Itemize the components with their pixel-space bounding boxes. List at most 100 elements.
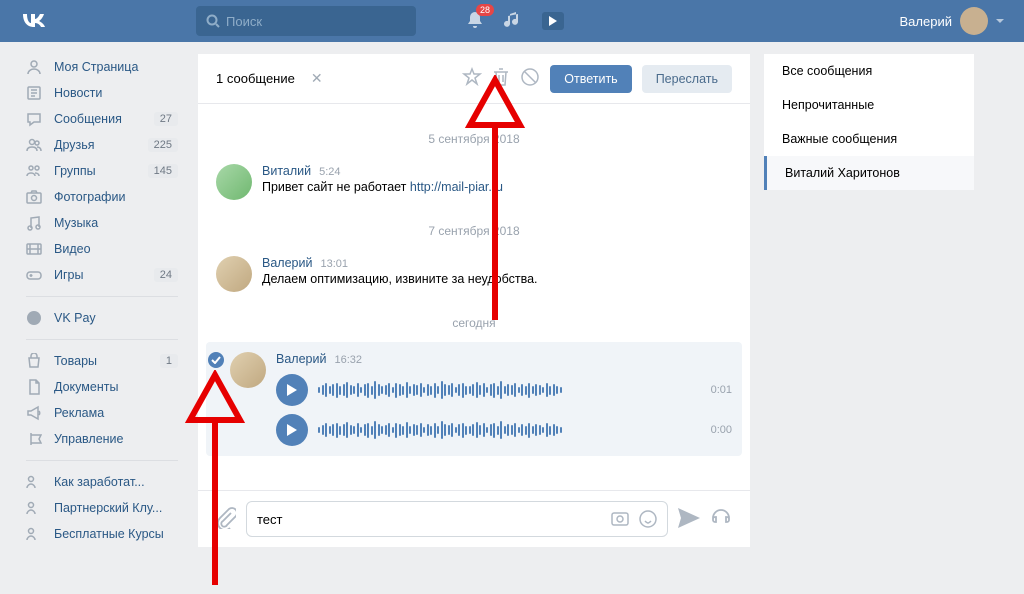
sidebar-item-label: Музыка xyxy=(54,216,98,230)
voice-duration: 0:00 xyxy=(711,424,732,436)
top-header: Поиск 28 Валерий xyxy=(0,0,1024,42)
sidebar-count: 225 xyxy=(148,138,178,152)
date-separator: 5 сентября 2018 xyxy=(216,132,732,146)
waveform[interactable] xyxy=(318,375,691,405)
mgmt-icon xyxy=(26,431,46,447)
filter-important[interactable]: Важные сообщения xyxy=(764,122,974,156)
chat-panel: 1 сообщение ✕ Ответить Переслать 5 сентя… xyxy=(198,54,750,547)
message[interactable]: Виталий 5:24 Привет сайт не работает htt… xyxy=(216,158,732,206)
msg-text: Привет сайт не работает http://mail-piar… xyxy=(262,180,732,194)
filter-unread[interactable]: Непрочитанные xyxy=(764,88,974,122)
ad-icon xyxy=(26,405,46,421)
msg-author[interactable]: Виталий xyxy=(262,164,311,178)
sidebar-item[interactable]: Игры24 xyxy=(20,262,184,288)
sidebar-item[interactable]: Фотографии xyxy=(20,184,184,210)
sidebar-item[interactable]: Как заработат... xyxy=(20,469,184,495)
date-separator: 7 сентября 2018 xyxy=(216,224,732,238)
shop-icon xyxy=(26,353,46,369)
waveform[interactable] xyxy=(318,415,691,445)
chevron-down-icon xyxy=(996,19,1004,24)
close-icon[interactable]: ✕ xyxy=(311,70,323,87)
sidebar-item-label: Новости xyxy=(54,86,102,100)
sidebar-item-label: Бесплатные Курсы xyxy=(54,527,164,541)
home-icon xyxy=(26,59,46,75)
search-icon xyxy=(206,14,220,28)
sidebar-item[interactable]: Моя Страница xyxy=(20,54,184,80)
avatar xyxy=(230,352,266,388)
user-menu[interactable]: Валерий xyxy=(900,7,1004,35)
left-sidebar: Моя Страница Новости Сообщения27 Друзья 225 Г… xyxy=(20,54,184,547)
play-box-icon[interactable] xyxy=(542,12,564,30)
avatar xyxy=(216,256,252,292)
search-input-wrap[interactable]: Поиск xyxy=(196,6,416,36)
sidebar-item[interactable]: Документы xyxy=(20,374,184,400)
date-separator: сегодня xyxy=(216,316,732,330)
message-input[interactable] xyxy=(257,512,603,527)
emoji-icon[interactable] xyxy=(639,510,657,528)
filter-all[interactable]: Все сообщения xyxy=(764,54,974,88)
msg-time: 16:32 xyxy=(334,354,362,366)
voice-record-icon[interactable] xyxy=(710,507,732,532)
msg-icon xyxy=(26,111,46,127)
photo-icon xyxy=(26,189,46,205)
message[interactable]: Валерий 13:01 Делаем оптимизацию, извини… xyxy=(216,250,732,298)
chat-input-bar xyxy=(198,490,750,547)
sidebar-count: 145 xyxy=(148,164,178,178)
q-icon xyxy=(26,526,46,542)
avatar xyxy=(216,164,252,200)
right-panel: Все сообщения Непрочитанные Важные сообщ… xyxy=(764,54,974,190)
forward-button[interactable]: Переслать xyxy=(642,65,732,93)
username: Валерий xyxy=(900,14,952,29)
msg-time: 13:01 xyxy=(320,258,348,270)
sidebar-item[interactable]: Бесплатные Курсы xyxy=(20,521,184,547)
send-icon[interactable] xyxy=(678,508,700,531)
sidebar-item-label: Фотографии xyxy=(54,190,125,204)
sidebar-item[interactable]: Друзья 225 xyxy=(20,132,184,158)
games-icon xyxy=(26,267,46,283)
friends-icon xyxy=(26,137,46,153)
q-icon xyxy=(26,500,46,516)
chat-body: 5 сентября 2018 Виталий 5:24 Привет сайт… xyxy=(198,104,750,490)
chat-toolbar: 1 сообщение ✕ Ответить Переслать xyxy=(198,54,750,104)
camera-icon[interactable] xyxy=(611,510,629,526)
music-icon xyxy=(26,215,46,231)
vkpay-icon xyxy=(26,310,46,326)
sidebar-item[interactable]: Партнерский Клу... xyxy=(20,495,184,521)
message-selected[interactable]: Валерий 16:32 0:01 xyxy=(206,342,742,456)
music-icon[interactable] xyxy=(504,12,522,30)
sidebar-item-label: Моя Страница xyxy=(54,60,138,74)
link[interactable]: http://mail-piar.ru xyxy=(410,180,503,194)
sidebar-item[interactable]: Реклама xyxy=(20,400,184,426)
play-icon[interactable] xyxy=(276,374,308,406)
sidebar-item[interactable]: Товары1 xyxy=(20,348,184,374)
voice-message[interactable]: 0:01 xyxy=(276,374,732,406)
sidebar-item-label: VK Pay xyxy=(54,311,96,325)
sidebar-item-label: Друзья xyxy=(54,138,95,152)
sidebar-item[interactable]: Группы145 xyxy=(20,158,184,184)
message-input-box[interactable] xyxy=(246,501,668,537)
sidebar-item-label: Сообщения xyxy=(54,112,122,126)
conversation-active[interactable]: Виталий Харитонов xyxy=(764,156,974,190)
play-icon[interactable] xyxy=(276,414,308,446)
sidebar-item-vkpay[interactable]: VK Pay xyxy=(20,305,184,331)
vk-logo[interactable] xyxy=(20,8,46,34)
trash-icon[interactable] xyxy=(492,67,510,90)
spam-icon[interactable] xyxy=(520,67,540,90)
avatar xyxy=(960,7,988,35)
star-icon[interactable] xyxy=(462,67,482,90)
sidebar-item[interactable]: Сообщения27 xyxy=(20,106,184,132)
check-icon[interactable] xyxy=(208,352,224,368)
msg-text: Делаем оптимизацию, извините за неудобст… xyxy=(262,272,732,286)
sidebar-item[interactable]: Музыка xyxy=(20,210,184,236)
sidebar-item[interactable]: Видео xyxy=(20,236,184,262)
msg-author[interactable]: Валерий xyxy=(262,256,312,270)
sidebar-item-label: Партнерский Клу... xyxy=(54,501,162,515)
notifications-icon[interactable]: 28 xyxy=(466,10,484,33)
voice-message[interactable]: 0:00 xyxy=(276,414,732,446)
msg-author[interactable]: Валерий xyxy=(276,352,326,366)
sidebar-item[interactable]: Управление xyxy=(20,426,184,452)
reply-button[interactable]: Ответить xyxy=(550,65,631,93)
sidebar-item-label: Как заработат... xyxy=(54,475,145,489)
sidebar-item[interactable]: Новости xyxy=(20,80,184,106)
attach-icon[interactable] xyxy=(216,507,236,532)
